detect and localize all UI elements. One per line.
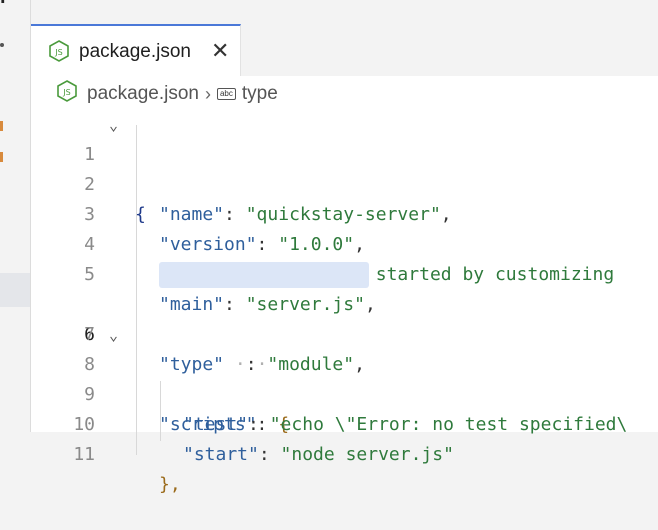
chevron-right-icon: › [204, 83, 211, 104]
sidebar-modified-marker [0, 121, 3, 131]
code-line[interactable]: 8 ⌄ "scripts": { [31, 320, 658, 435]
code-line[interactable]: 2 "name": "quickstay-server", [31, 140, 658, 225]
code-line-active[interactable]: 6 "type" ·:·"module", [31, 260, 658, 375]
svg-text:JS: JS [54, 48, 62, 57]
code-editor[interactable]: JS package.json › abc type 1 ⌄ { 2 "name… [30, 76, 658, 495]
code-text: "start": "node server.js" [183, 444, 454, 465]
code-line[interactable]: 5 "main": "server.js", [31, 230, 658, 315]
sidebar-selected-item[interactable] [0, 273, 30, 307]
svg-text:JS: JS [62, 88, 70, 97]
code-line[interactable]: 10 "start": "node server.js" [31, 380, 658, 465]
code-line[interactable]: 9 "test": "echo \"Error: no test specifi… [31, 350, 658, 435]
nodejs-icon: JS [49, 40, 69, 67]
code-line[interactable]: 7 [31, 290, 658, 345]
chevron-down-icon[interactable]: ⌄ [109, 110, 118, 140]
tab-bar: JS package.json ✕ [30, 0, 658, 76]
string-symbol-icon: abc [216, 88, 236, 100]
code-line[interactable]: 4 "description": "Get started by customi… [31, 200, 658, 285]
tab-package-json[interactable]: JS package.json ✕ [31, 24, 241, 76]
selection-highlight [159, 262, 369, 288]
sidebar-modified-marker [0, 152, 3, 162]
breadcrumb-file[interactable]: package.json [87, 83, 199, 105]
tab-label: package.json [79, 41, 191, 62]
code-text: }, [159, 474, 181, 495]
code-line[interactable]: 1 ⌄ { [31, 110, 658, 225]
breadcrumb: JS package.json › abc type [57, 80, 278, 108]
code-line[interactable]: 3 "version": "1.0.0", [31, 170, 658, 255]
close-icon[interactable]: ✕ [211, 38, 229, 64]
sidebar-dot [0, 43, 4, 47]
breadcrumb-symbol[interactable]: type [242, 83, 278, 105]
sidebar-title-fragment: r [0, 0, 8, 9]
nodejs-icon: JS [57, 80, 77, 108]
explorer-sidebar-edge: r [0, 0, 30, 432]
code-line[interactable]: 11 }, [31, 410, 658, 495]
line-number: 11 [73, 444, 95, 465]
chevron-down-icon[interactable]: ⌄ [109, 320, 118, 350]
